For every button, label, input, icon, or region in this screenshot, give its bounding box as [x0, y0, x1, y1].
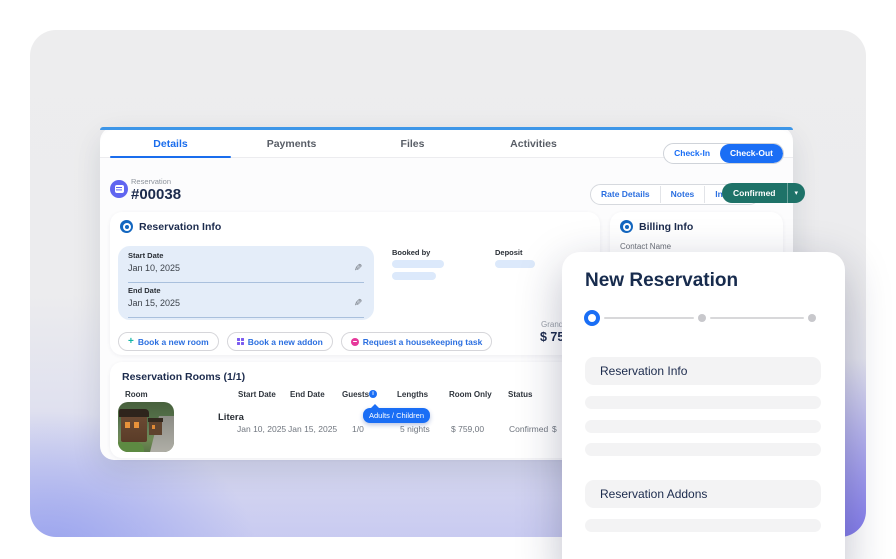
quick-action-buttons: + Book a new room Book a new addon Reque… [118, 332, 493, 351]
section-reservation-info[interactable]: Reservation Info [585, 357, 821, 385]
row-lengths: 5 nights [400, 424, 430, 434]
plus-icon: + [128, 335, 134, 347]
edit-pencil-icon[interactable]: ✎ [354, 298, 362, 309]
col-guests: Guests [342, 390, 370, 399]
form-skeleton [585, 396, 821, 409]
grid-icon [236, 338, 244, 345]
field-underline [128, 317, 364, 318]
room-name[interactable]: Litera [218, 412, 244, 423]
start-date-value[interactable]: Jan 10, 2025 [128, 263, 364, 273]
row-start-date: Jan 10, 2025 [237, 424, 287, 434]
tab-activities[interactable]: Activities [473, 130, 594, 157]
status-badge: Confirmed [733, 188, 776, 198]
stepper-step-2[interactable] [698, 314, 706, 322]
form-skeleton [585, 443, 821, 456]
rate-details-button[interactable]: Rate Details [591, 186, 661, 203]
tabs: Details Payments Files Activities [110, 130, 594, 158]
row-end-date: Jan 15, 2025 [288, 424, 338, 434]
row-guests: 1/0 [352, 424, 364, 434]
col-start-date: Start Date [238, 390, 276, 399]
room-photo[interactable] [118, 402, 174, 452]
field-underline [128, 282, 364, 283]
col-end-date: End Date [290, 390, 325, 399]
reservation-rooms-title: Reservation Rooms (1/1) [122, 371, 246, 383]
section-reservation-addons[interactable]: Reservation Addons [585, 480, 821, 508]
col-status: Status [508, 390, 533, 399]
deposit-skeleton [495, 260, 535, 268]
check-out-button[interactable]: Check-Out [720, 144, 783, 163]
new-reservation-title: New Reservation [585, 270, 739, 291]
date-fields-group: Start Date Jan 10, 2025 ✎ End Date Jan 1… [118, 246, 374, 320]
check-segmented-control: Check-In Check-Out [663, 143, 784, 164]
tab-bar: Details Payments Files Activities Check-… [100, 130, 793, 164]
new-reservation-panel: New Reservation Reservation Info Reserva… [562, 252, 845, 559]
request-housekeeping-button[interactable]: Request a housekeeping task [340, 332, 493, 351]
guests-info-icon[interactable]: i [369, 390, 377, 398]
end-date-field[interactable]: End Date Jan 15, 2025 ✎ [128, 286, 364, 318]
reservation-badge-icon [110, 180, 128, 198]
row-status: Confirmed [509, 424, 549, 434]
stepper-step-1-active[interactable] [584, 310, 600, 326]
row-room-only: $ 759,00 [451, 424, 485, 434]
booked-by-skeleton [392, 272, 436, 280]
end-date-label: End Date [128, 286, 161, 295]
row-total-partial: $ [552, 424, 557, 434]
tab-files[interactable]: Files [352, 130, 473, 157]
reservation-eyebrow-label: Reservation [131, 177, 172, 186]
col-room: Room [125, 390, 148, 399]
deposit-label: Deposit [495, 248, 523, 257]
reservation-id: #00038 [131, 186, 182, 203]
request-housekeeping-label: Request a housekeeping task [362, 336, 483, 347]
reservation-info-card: Reservation Info Start Date Jan 10, 2025… [110, 212, 600, 355]
booked-by-label: Booked by [392, 248, 431, 257]
booked-by-skeleton [392, 260, 444, 268]
contact-name-label: Contact Name [620, 242, 672, 251]
tab-details[interactable]: Details [110, 130, 231, 158]
book-new-room-button[interactable]: + Book a new room [118, 332, 219, 351]
stepper-line [604, 317, 694, 319]
book-new-addon-label: Book a new addon [247, 336, 323, 347]
stepper-line [710, 317, 804, 319]
book-new-addon-button[interactable]: Book a new addon [226, 332, 333, 351]
form-skeleton [585, 420, 821, 433]
check-in-button[interactable]: Check-In [664, 145, 720, 162]
start-date-label: Start Date [128, 251, 164, 260]
housekeeping-icon [350, 337, 359, 346]
start-date-field[interactable]: Start Date Jan 10, 2025 ✎ [128, 251, 364, 283]
info-icon [620, 220, 633, 233]
info-icon [120, 220, 133, 233]
screenshot-root: Details Payments Files Activities Check-… [0, 0, 896, 559]
status-dropdown-button[interactable]: Confirmed ▾ [722, 183, 806, 203]
end-date-value[interactable]: Jan 15, 2025 [128, 298, 364, 308]
book-new-room-label: Book a new room [137, 336, 209, 347]
col-lengths: Lengths [397, 390, 429, 399]
reservation-info-title: Reservation Info [139, 221, 222, 233]
stepper-step-3[interactable] [808, 314, 816, 322]
form-skeleton [585, 519, 821, 532]
billing-info-title: Billing Info [639, 221, 694, 233]
tab-payments[interactable]: Payments [231, 130, 352, 157]
col-room-only: Room Only [449, 390, 492, 399]
guests-tooltip: Adults / Children [363, 404, 430, 423]
notes-button[interactable]: Notes [661, 186, 706, 203]
edit-pencil-icon[interactable]: ✎ [354, 263, 362, 274]
